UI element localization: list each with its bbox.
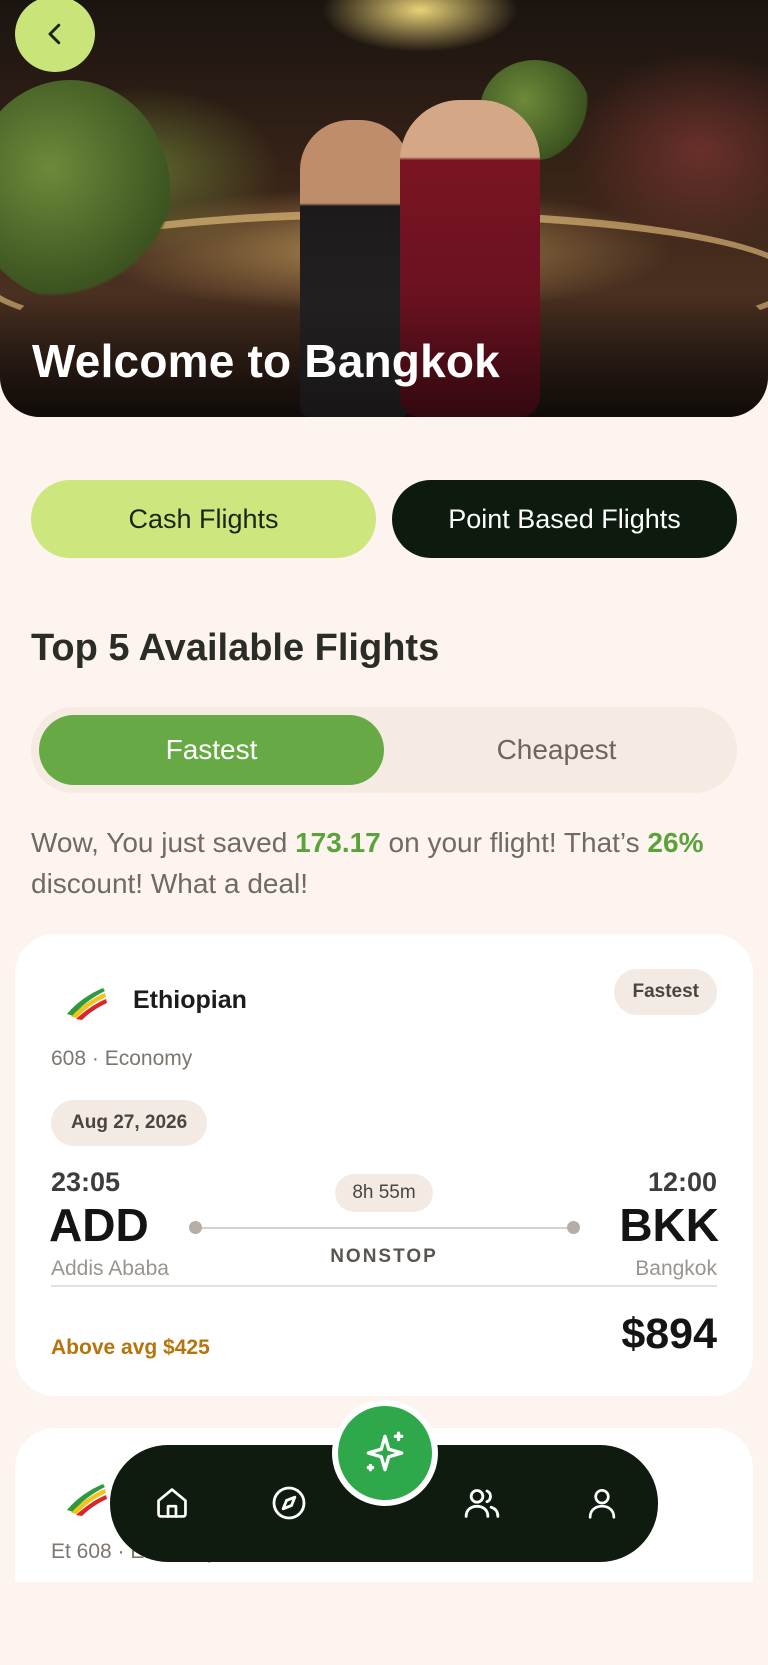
route-origin-dot [189, 1221, 202, 1234]
tab-cheapest[interactable]: Cheapest [384, 715, 729, 785]
savings-text: Wow, You just saved [31, 827, 296, 858]
page-bottom [0, 1582, 768, 1665]
nav-home[interactable] [150, 1481, 194, 1525]
users-icon [464, 1489, 500, 1518]
airline-name: Ethiopian [133, 986, 247, 1014]
departure-airport-code: ADD [49, 1199, 149, 1251]
hero-title: Welcome to Bangkok [32, 335, 500, 387]
departure-city: Addis Ababa [51, 1257, 169, 1280]
compass-icon [272, 1486, 306, 1520]
card-divider [51, 1285, 717, 1287]
route-line [195, 1227, 573, 1229]
sparkle-icon [366, 1431, 404, 1472]
arrival-airport-code: BKK [619, 1199, 719, 1251]
fastest-badge: Fastest [614, 969, 717, 1015]
section-title: Top 5 Available Flights [31, 627, 440, 669]
cash-flights-button[interactable]: Cash Flights [31, 480, 376, 558]
savings-text: on your flight! That’s [380, 827, 648, 858]
ethiopian-airlines-logo [67, 988, 107, 1020]
savings-amount: 173.17 [295, 827, 381, 858]
arrival-time: 12:00 [647, 1167, 717, 1197]
point-based-flights-button[interactable]: Point Based Flights [392, 480, 737, 558]
flight-date: Aug 27, 2026 [51, 1100, 208, 1146]
departure-time: 23:05 [51, 1167, 121, 1197]
tab-fastest[interactable]: Fastest [39, 715, 384, 785]
sort-toggle: Fastest Cheapest [31, 707, 737, 793]
price-comparison-note: Above avg $425 [51, 1336, 210, 1359]
nav-profile[interactable] [580, 1481, 624, 1525]
chevron-left-icon [48, 23, 61, 45]
route-destination-dot [567, 1221, 580, 1234]
stops-label: NONSTOP [330, 1246, 438, 1267]
ethiopian-airlines-logo [67, 1484, 107, 1516]
flight-price: $894 [621, 1310, 717, 1358]
savings-message: Wow, You just saved 173.17 on your fligh… [31, 822, 741, 904]
hero-banner: Welcome to Bangkok [0, 0, 768, 417]
arrival-city: Bangkok [635, 1257, 717, 1280]
ai-assistant-button[interactable] [332, 1400, 438, 1506]
flight-number-class: 608 · Economy [51, 1047, 193, 1070]
flight-card[interactable]: Ethiopian Fastest 608 · Economy Aug 27, … [15, 934, 753, 1396]
home-icon [157, 1488, 187, 1518]
nav-community[interactable] [460, 1481, 504, 1525]
nav-explore[interactable] [267, 1481, 311, 1525]
user-icon [588, 1488, 616, 1519]
flight-duration: 8h 55m [335, 1174, 433, 1212]
savings-text: discount! What a deal! [31, 868, 309, 899]
savings-percent: 26% [647, 827, 704, 858]
